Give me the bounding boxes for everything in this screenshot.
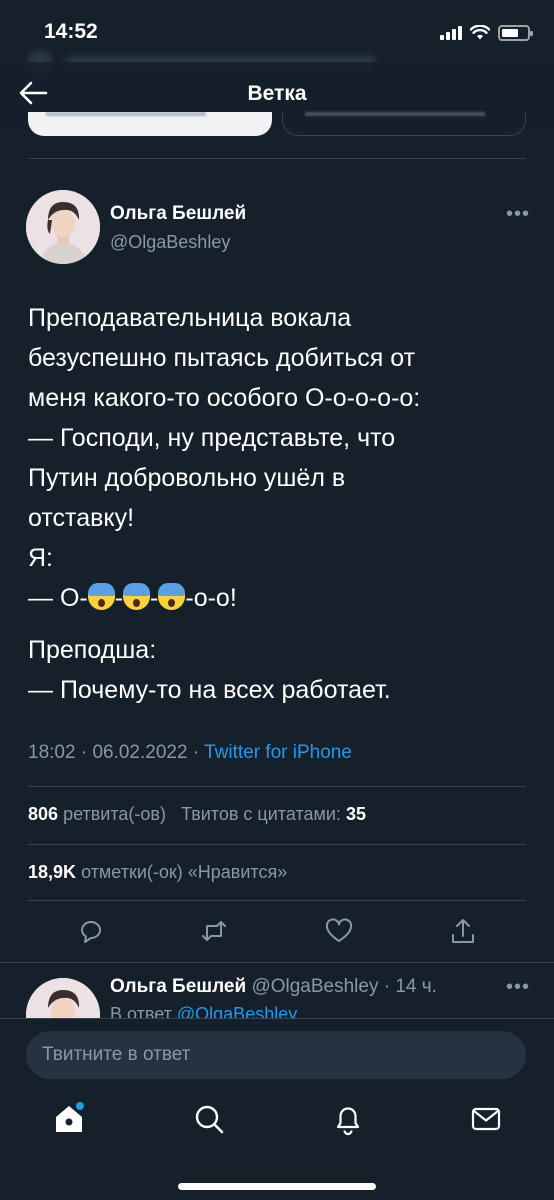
tweet-line: отставку! xyxy=(28,504,135,532)
tweet-paragraph-3: Преподша: — Почему-то на всех работает. xyxy=(28,630,533,710)
search-icon[interactable] xyxy=(192,1102,226,1136)
retweets-link[interactable]: 806 ретвита(-ов) xyxy=(28,804,166,824)
tweet-text-segment: -о-о! xyxy=(185,584,237,612)
author-name[interactable]: Ольга Бешлей xyxy=(110,203,246,225)
tweet-line: — О- - - -о-о! xyxy=(28,578,533,618)
author-handle[interactable]: @OlgaBeshley xyxy=(110,232,230,253)
tweet-line: Преподавательница вокала xyxy=(28,304,352,332)
reply-avatar[interactable] xyxy=(26,978,100,1018)
tweet-paragraph-2: Я: — О- - - -о-о! xyxy=(28,538,533,618)
screaming-face-emoji-icon xyxy=(87,583,115,610)
meta-separator: · xyxy=(75,742,93,763)
battery-level xyxy=(502,29,518,37)
tweet-line: Преподша: xyxy=(28,636,157,664)
status-time: 14:52 xyxy=(44,20,98,43)
likes-count: 18,9K xyxy=(28,862,77,882)
tweet-text-segment: - xyxy=(114,584,124,612)
tweet-time: 18:02 xyxy=(28,742,76,763)
compose-placeholder: Твитните в ответ xyxy=(42,1044,191,1065)
meta-separator: · xyxy=(187,742,205,763)
home-notification-dot xyxy=(76,1102,84,1110)
blurred-button-left xyxy=(28,112,272,136)
reply-tweet[interactable]: Ольга Бешлей @OlgaBeshley · 14 ч. ••• В … xyxy=(0,960,554,1018)
home-indicator xyxy=(178,1183,376,1190)
tweet-source-link[interactable]: Twitter for iPhone xyxy=(204,742,352,763)
blurred-buttons xyxy=(28,112,526,138)
wifi-icon xyxy=(470,25,490,40)
retweets-label: ретвита(-ов) xyxy=(63,804,166,824)
more-options-icon[interactable]: ••• xyxy=(506,204,530,224)
screaming-face-emoji-icon xyxy=(123,583,151,610)
reply-more-options-icon[interactable]: ••• xyxy=(506,977,530,997)
screaming-face-emoji-icon xyxy=(158,583,186,610)
reply-mention-link[interactable]: @OlgaBeshley xyxy=(177,1004,297,1018)
tweet-line: Я: xyxy=(28,544,53,572)
bell-icon[interactable] xyxy=(331,1102,365,1136)
tweet-line: безуспешно пытаясь добиться от xyxy=(28,344,416,372)
reply-compose-input[interactable]: Твитните в ответ xyxy=(26,1031,526,1079)
tab-bar xyxy=(0,1084,554,1164)
quotes-label: Твитов с цитатами: xyxy=(180,804,341,824)
tweet-text-segment: - xyxy=(150,584,159,612)
status-icons xyxy=(440,22,533,44)
reply-author-line: Ольга Бешлей @OlgaBeshley · 14 ч. xyxy=(110,976,437,998)
tweet-meta: 18:02 · 06.02.2022 · Twitter for iPhone xyxy=(28,742,352,764)
share-icon[interactable] xyxy=(448,916,478,946)
cellular-signal-icon xyxy=(440,26,462,40)
heart-icon[interactable] xyxy=(324,916,354,946)
likes-stats[interactable]: 18,9K отметки(-ок) «Нравится» xyxy=(28,862,287,883)
tweet-line: Путин добровольно ушёл в xyxy=(28,464,346,492)
tweet-text-segment: — О- xyxy=(28,584,88,612)
page-title: Ветка xyxy=(247,82,307,105)
divider xyxy=(28,158,526,159)
reply-prefix: В ответ xyxy=(110,1004,177,1018)
tweet-actions xyxy=(0,916,554,950)
retweet-stats: 806 ретвита(-ов) Твитов с цитатами: 35 xyxy=(28,804,366,825)
divider xyxy=(28,844,526,845)
reply-to-line: В ответ @OlgaBeshley xyxy=(110,1004,297,1018)
tweet-paragraph-1: Преподавательница вокала безуспешно пыта… xyxy=(28,298,533,538)
divider xyxy=(28,900,526,901)
quotes-link[interactable]: Твитов с цитатами: 35 xyxy=(181,804,366,824)
blurred-button-right xyxy=(282,112,526,136)
tweet-line: — Почему-то на всех работает. xyxy=(28,676,391,704)
mail-icon[interactable] xyxy=(469,1102,503,1136)
likes-label: отметки(-ок) «Нравится» xyxy=(81,862,288,882)
reply-handle-time: @OlgaBeshley · 14 ч. xyxy=(251,976,437,997)
divider xyxy=(28,786,526,787)
tweet-date: 06.02.2022 xyxy=(92,742,188,763)
retweets-count: 806 xyxy=(28,804,59,824)
quotes-count: 35 xyxy=(345,804,366,824)
reply-author-name[interactable]: Ольга Бешлей xyxy=(110,976,246,997)
avatar[interactable] xyxy=(26,190,100,264)
tweet-line: меня какого-то особого О-о-о-о-о: xyxy=(28,384,421,412)
battery-icon xyxy=(498,25,533,41)
retweet-icon[interactable] xyxy=(199,916,229,946)
reply-icon[interactable] xyxy=(76,916,106,946)
tweet-line: — Господи, ну представьте, что xyxy=(28,424,396,452)
